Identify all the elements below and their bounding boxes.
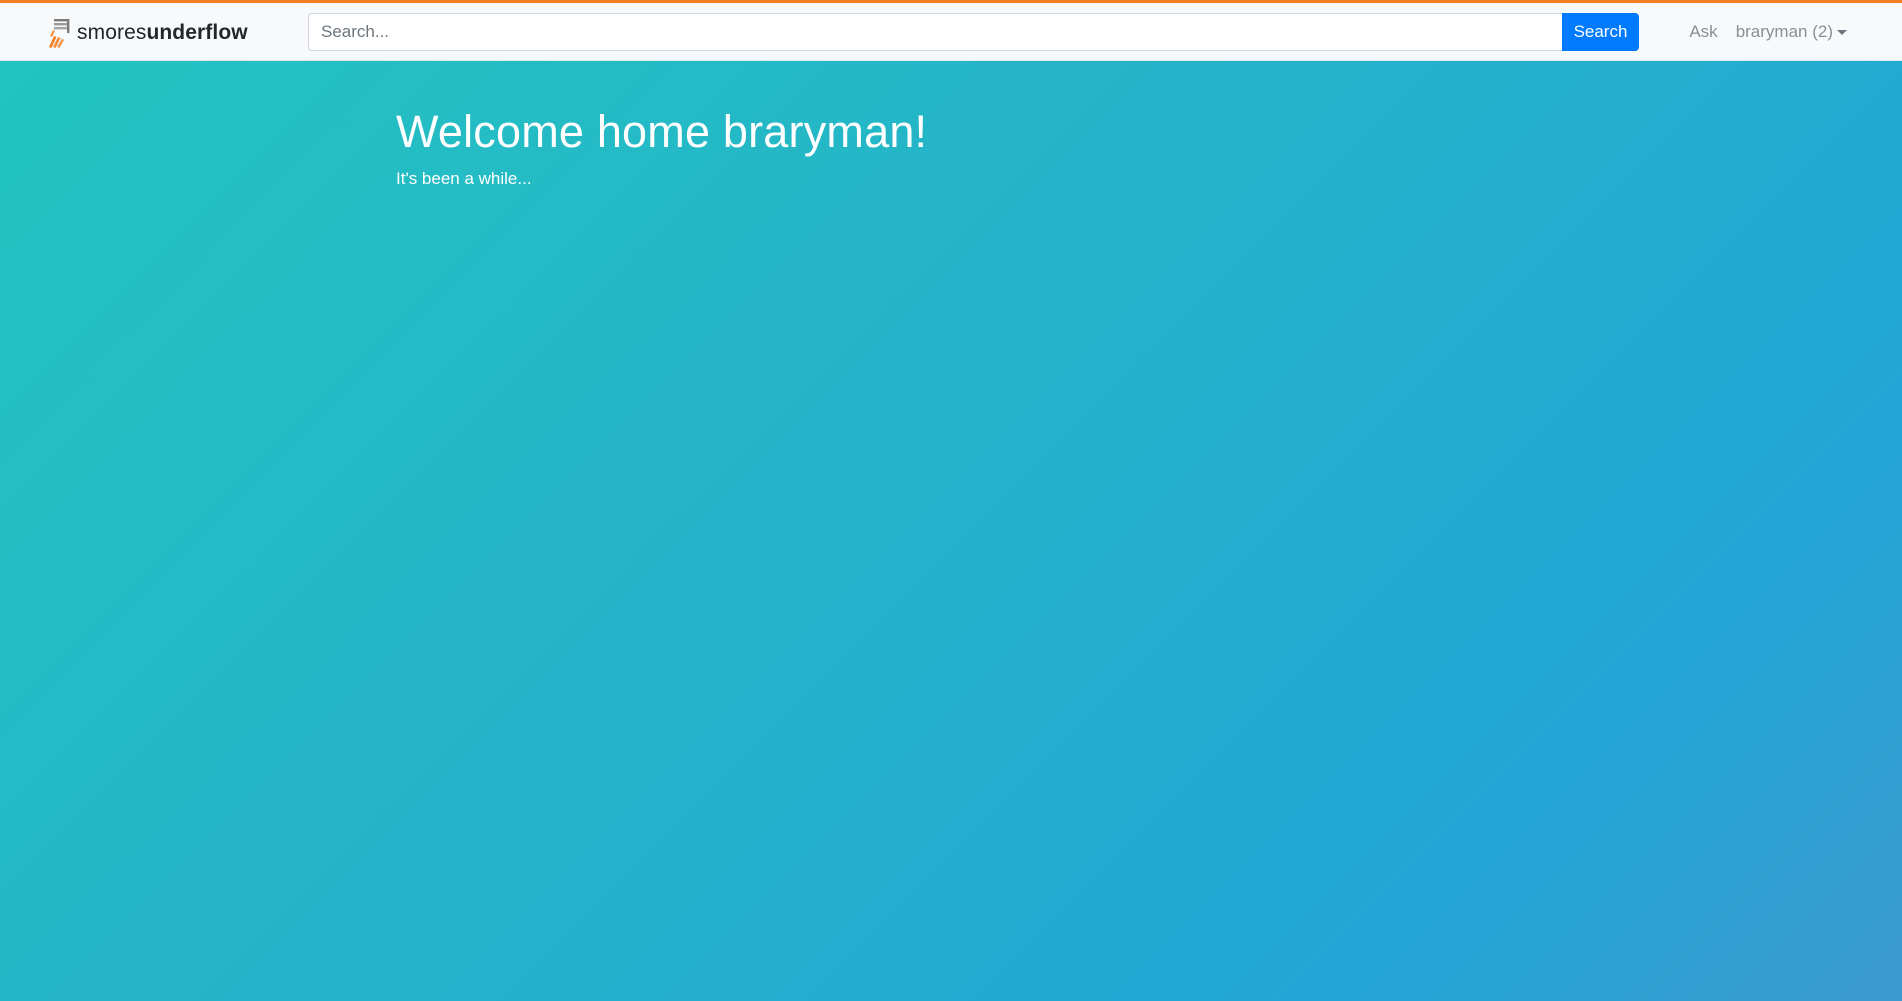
user-menu-toggle[interactable]: braryman (2) (1736, 22, 1847, 42)
top-navbar: smoresunderflow Search Ask braryman (2) (0, 0, 1902, 61)
stack-logo-icon (47, 17, 71, 49)
welcome-heading: Welcome home braryman! (396, 106, 928, 157)
ask-link[interactable]: Ask (1689, 22, 1717, 42)
brand-logo-link[interactable]: smoresunderflow (47, 17, 248, 49)
brand-name-light: smores (77, 21, 147, 44)
search-button[interactable]: Search (1562, 13, 1639, 51)
brand-name: smoresunderflow (77, 21, 248, 45)
brand-name-bold: underflow (146, 21, 248, 44)
user-nav: Ask braryman (2) (1689, 13, 1847, 51)
welcome-section: Welcome home braryman! It's been a while… (396, 104, 927, 190)
user-menu-label: braryman (2) (1735, 22, 1833, 41)
search-input[interactable] (308, 13, 1562, 51)
caret-down-icon (1837, 29, 1847, 35)
search-form: Search (308, 13, 1639, 51)
welcome-subheading: It's been a while... (396, 169, 532, 188)
